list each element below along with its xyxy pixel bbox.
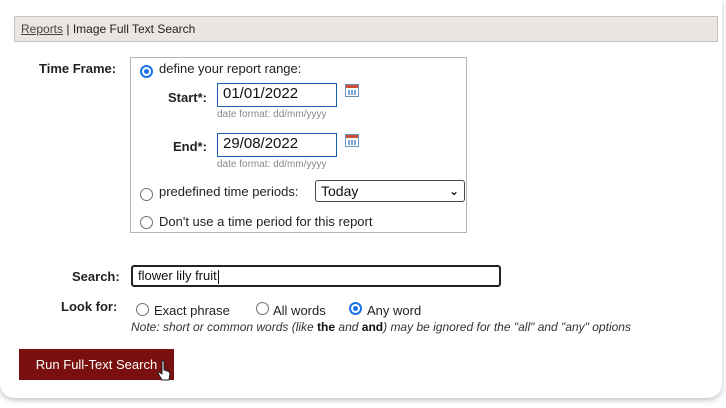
- all-words-radio[interactable]: [256, 302, 269, 315]
- define-range-label: define your report range:: [159, 61, 302, 76]
- report-card: Reports | Image Full Text Search Time Fr…: [0, 0, 722, 398]
- predefined-label: predefined time periods:: [159, 184, 299, 199]
- period-select-value: Today: [321, 183, 359, 199]
- text-caret: [217, 269, 219, 284]
- exact-phrase-radio[interactable]: [136, 303, 149, 316]
- note-text-1: Note: short or common words (like: [131, 320, 318, 334]
- note-text-2: and: [335, 320, 362, 334]
- breadcrumb-separator: |: [66, 22, 70, 36]
- breadcrumb: Reports | Image Full Text Search: [14, 16, 718, 42]
- start-date-hint: date format: dd/mm/yyyy: [217, 109, 327, 120]
- search-label: Search:: [72, 269, 120, 284]
- end-label: End*:: [173, 139, 207, 154]
- run-search-button[interactable]: Run Full-Text Search: [19, 349, 174, 380]
- time-frame-label: Time Frame:: [39, 61, 117, 76]
- end-calendar-icon[interactable]: [345, 134, 359, 147]
- no-period-radio[interactable]: [140, 216, 153, 229]
- start-calendar-icon[interactable]: [345, 84, 359, 97]
- time-frame-box: define your report range: Start*: 01/01/…: [130, 57, 467, 233]
- note-bold-and: and: [361, 320, 384, 334]
- search-note: Note: short or common words (like the an…: [131, 320, 631, 334]
- end-date-hint: date format: dd/mm/yyyy: [217, 159, 327, 170]
- mouse-pointer-icon: [157, 360, 171, 381]
- start-label: Start*:: [168, 90, 208, 105]
- breadcrumb-reports-link[interactable]: Reports: [21, 22, 63, 36]
- end-date-input[interactable]: 29/08/2022: [217, 133, 337, 157]
- search-input-value: flower lily fruit: [138, 268, 217, 283]
- no-period-label: Don't use a time period for this report: [159, 214, 373, 229]
- exact-phrase-label: Exact phrase: [154, 303, 230, 318]
- search-input[interactable]: flower lily fruit: [131, 265, 501, 287]
- all-words-label: All words: [273, 303, 326, 318]
- define-range-radio[interactable]: [140, 65, 153, 78]
- note-text-3: ) may be ignored for the "all" and "any"…: [383, 320, 631, 334]
- period-select[interactable]: Today ⌄: [315, 180, 465, 202]
- any-word-radio[interactable]: [349, 302, 362, 315]
- note-bold-the: the: [317, 320, 336, 334]
- predefined-radio[interactable]: [140, 188, 153, 201]
- chevron-down-icon: ⌄: [448, 184, 459, 198]
- page-title: Image Full Text Search: [72, 22, 196, 36]
- any-word-label: Any word: [367, 303, 422, 318]
- look-for-label: Look for:: [61, 299, 118, 314]
- start-date-input[interactable]: 01/01/2022: [217, 83, 337, 107]
